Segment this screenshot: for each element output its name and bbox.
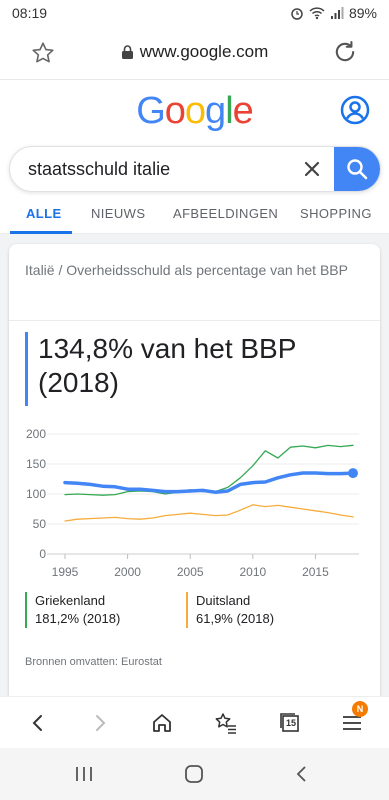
reload-button[interactable] xyxy=(331,38,359,66)
headline-value: 134,8% van het BBP (2018) xyxy=(25,332,365,406)
bookmarks-icon xyxy=(215,713,236,734)
back-nav-button[interactable] xyxy=(290,762,314,786)
google-logo-letter: e xyxy=(232,90,254,132)
search-tabs: ALLE NIEUWS AFBEELDINGEN SHOPPING xyxy=(0,196,389,234)
forward-button[interactable] xyxy=(86,709,114,737)
recent-apps-icon xyxy=(76,767,92,781)
tabs-button[interactable]: 15 xyxy=(276,709,304,737)
status-bar: 08:19 89% xyxy=(0,0,389,26)
google-logo-letter: G xyxy=(136,90,166,132)
tab-nieuws[interactable]: NIEUWS xyxy=(91,206,145,221)
chevron-right-icon xyxy=(96,715,106,731)
home-nav-button[interactable] xyxy=(182,762,206,786)
x-tick-label: 1995 xyxy=(52,565,79,579)
notification-badge: N xyxy=(352,701,368,717)
legend-name: Duitsland xyxy=(196,593,251,608)
series-line-italië xyxy=(63,471,355,494)
headline-value-year: (2018) xyxy=(38,367,119,398)
tab-shopping[interactable]: SHOPPING xyxy=(300,206,372,221)
debt-chart[interactable]: 0 50 100 150 200 1995 2000 2005 2010 2015 xyxy=(9,422,380,590)
google-logo-letter: l xyxy=(225,90,234,132)
status-icons: 89% xyxy=(290,5,377,21)
clear-search-button[interactable] xyxy=(298,155,326,183)
x-tick-label: 2010 xyxy=(239,565,266,579)
headline-value-text: 134,8% van het BBP xyxy=(38,333,297,364)
search-icon xyxy=(347,159,368,180)
tabs-count: 15 xyxy=(286,718,297,728)
bookmarks-button[interactable] xyxy=(212,709,240,737)
google-logo[interactable]: Google xyxy=(0,90,389,133)
google-logo-letter: g xyxy=(205,90,226,132)
account-icon xyxy=(340,95,370,125)
url-text: www.google.com xyxy=(139,42,269,61)
browser-toolbar: www.google.com xyxy=(0,26,389,80)
search-box xyxy=(9,146,381,192)
y-tick-label: 0 xyxy=(39,547,46,561)
back-icon xyxy=(296,766,306,782)
legend-value: 181,2% (2018) xyxy=(35,611,121,626)
tab-alle[interactable]: ALLE xyxy=(26,206,62,221)
battery-level: 89% xyxy=(348,5,377,21)
close-icon xyxy=(304,161,320,177)
account-button[interactable] xyxy=(339,94,371,126)
series-line-duitsland xyxy=(64,504,354,522)
x-tick-label: 2015 xyxy=(302,565,329,579)
status-time: 08:19 xyxy=(12,5,48,21)
browser-bottom-toolbar: 15 N xyxy=(0,696,389,748)
search-button[interactable] xyxy=(334,147,380,191)
recent-apps-button[interactable] xyxy=(72,762,96,786)
sources-text: Bronnen omvatten: Eurostat xyxy=(25,656,162,668)
legend-value: 61,9% (2018) xyxy=(196,611,275,626)
legend-name: Griekenland xyxy=(35,593,106,608)
reload-icon xyxy=(335,41,355,62)
tab-afbeeldingen[interactable]: AFBEELDINGEN xyxy=(173,206,278,221)
google-logo-letter: o xyxy=(184,90,206,132)
chevron-left-icon xyxy=(32,715,42,731)
home-icon xyxy=(153,714,171,732)
home-circle-icon xyxy=(185,765,203,783)
home-button[interactable] xyxy=(148,709,176,737)
system-navigation-bar xyxy=(0,748,389,800)
legend-item-griekenland[interactable]: Griekenland 181,2% (2018) xyxy=(25,592,120,628)
x-tick-label: 2005 xyxy=(177,565,204,579)
y-tick-label: 150 xyxy=(26,457,46,471)
y-tick-label: 200 xyxy=(26,427,46,441)
signal-icon xyxy=(330,7,344,19)
menu-button[interactable]: N xyxy=(338,701,368,737)
google-header: Google xyxy=(0,80,389,144)
wifi-icon xyxy=(309,7,325,20)
back-button[interactable] xyxy=(24,709,52,737)
x-tick-label: 2000 xyxy=(114,565,141,579)
alarm-icon xyxy=(291,8,303,20)
breadcrumb[interactable]: Italië / Overheidsschuld als percentage … xyxy=(25,260,365,280)
knowledge-card: Italië / Overheidsschuld als percentage … xyxy=(9,244,380,704)
google-logo-letter: o xyxy=(164,90,186,132)
legend-item-duitsland[interactable]: Duitsland 61,9% (2018) xyxy=(186,592,274,628)
divider xyxy=(9,320,380,321)
y-tick-label: 100 xyxy=(26,487,46,501)
search-input[interactable] xyxy=(10,147,300,191)
lock-icon xyxy=(121,44,133,59)
y-tick-label: 50 xyxy=(33,517,47,531)
current-value-point xyxy=(348,468,358,479)
